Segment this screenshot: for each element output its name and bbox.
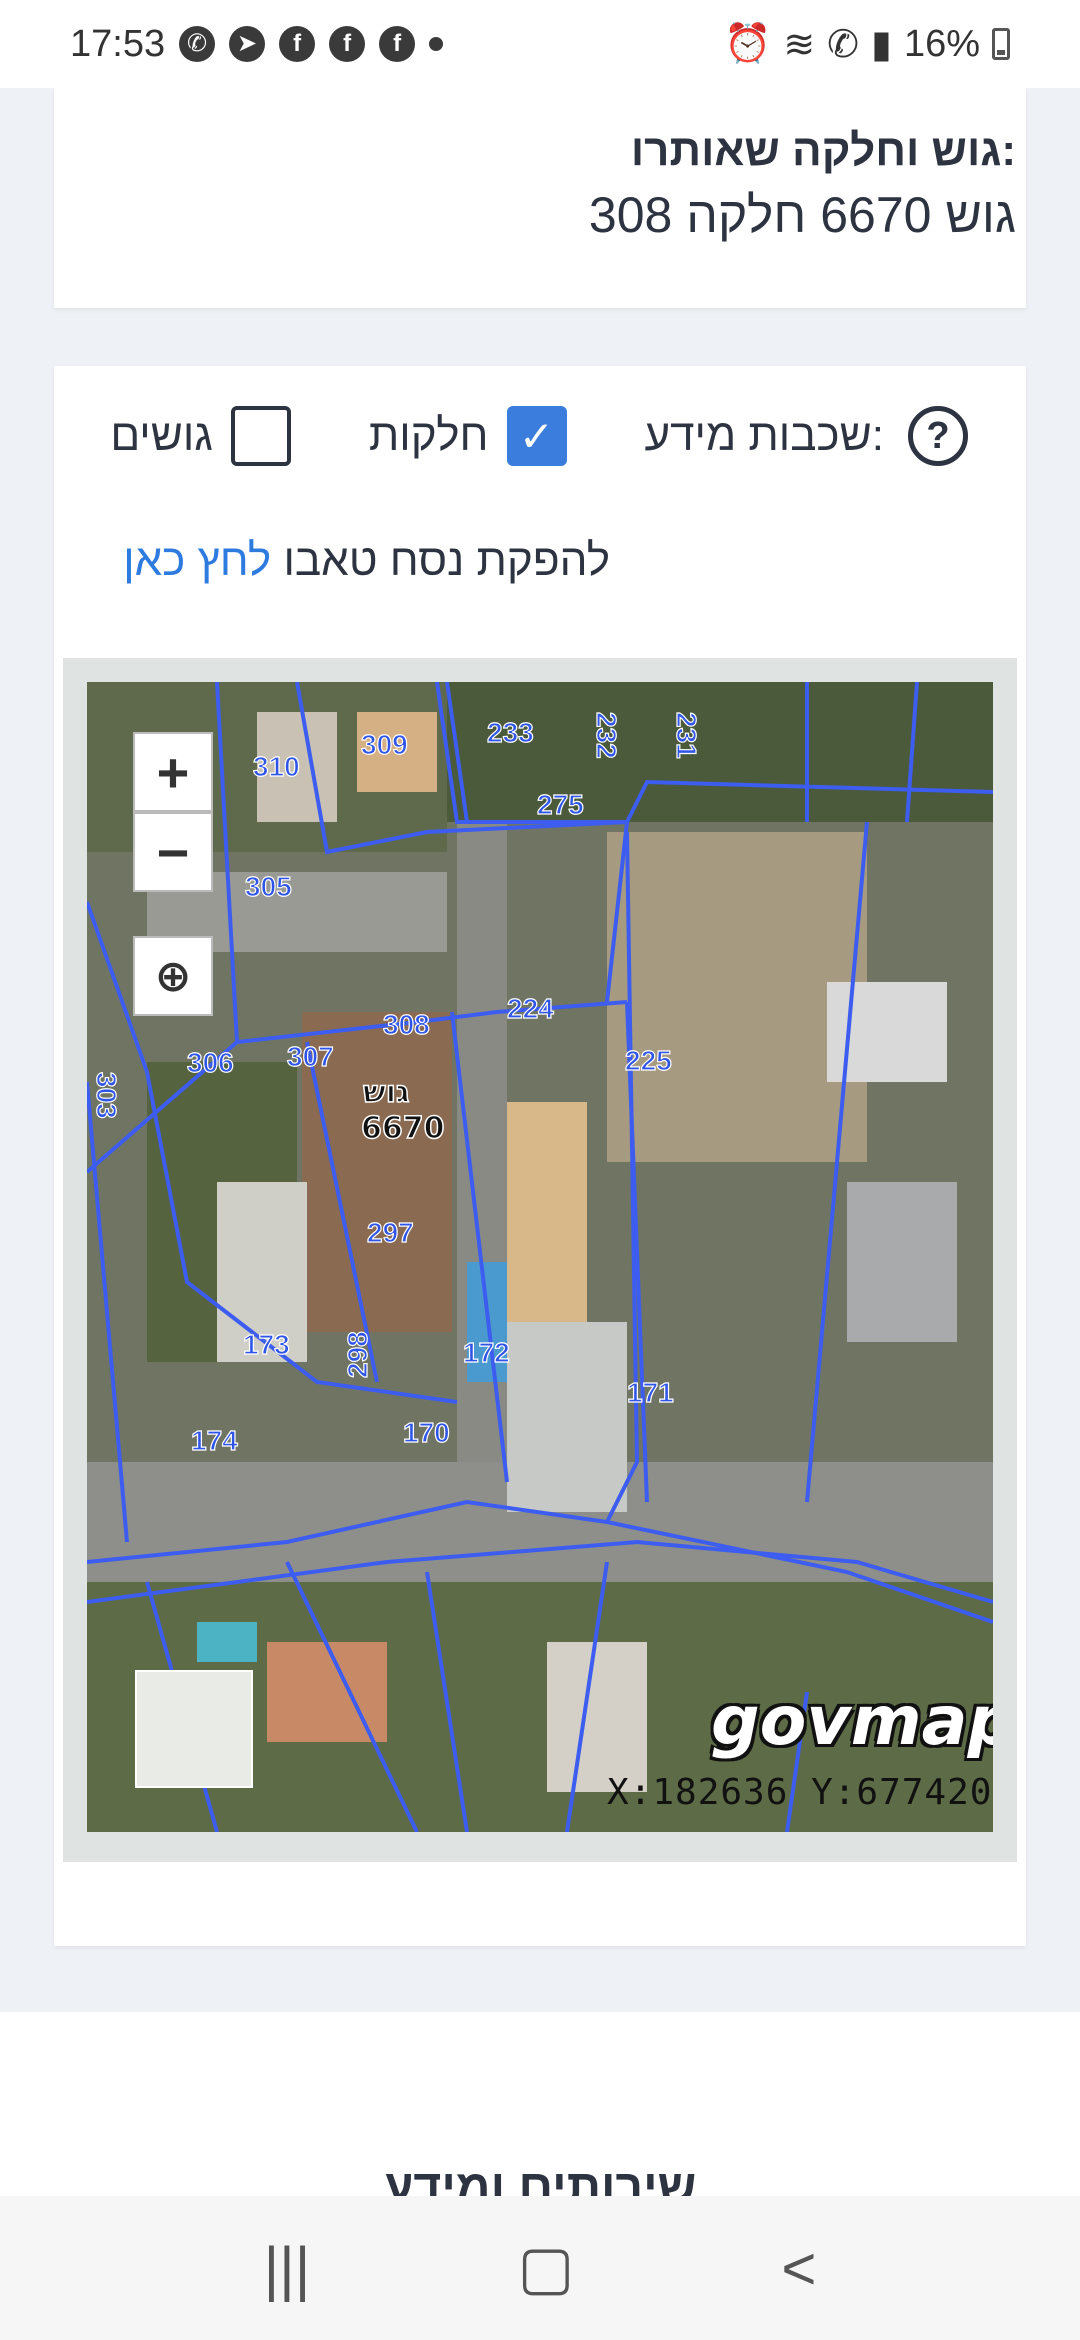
- parcel-label-171: 171: [627, 1377, 674, 1408]
- status-left: 17:53 ✆ ➤ f f f: [70, 22, 444, 66]
- block-number: 6670: [361, 1111, 445, 1146]
- facebook-icon: f: [279, 26, 316, 62]
- parcel-result-title: גוש וחלקה שאותרו:: [630, 126, 1016, 175]
- parcels-checkbox[interactable]: ✓: [506, 406, 567, 466]
- home-icon[interactable]: ▢: [518, 2233, 575, 2303]
- layer-blocks[interactable]: גושים: [110, 406, 291, 466]
- status-right: ⏰ ≋ ✆ ▮ 16%: [724, 22, 1010, 67]
- zoom-out-button[interactable]: −: [133, 812, 213, 892]
- map-card: ? שכבות מידע: ✓ חלקות גושים להפקת נסח טא…: [54, 366, 1026, 1946]
- map-coordinates: X:182636 Y:677420: [607, 1772, 993, 1813]
- facebook-icon: f: [379, 26, 416, 62]
- layer-parcels[interactable]: ✓ חלקות: [369, 406, 567, 466]
- parcel-label-275: 275: [537, 789, 584, 820]
- parcel-result-card: גוש וחלקה שאותרו: גוש 6670 חלקה 308: [54, 88, 1026, 308]
- parcel-label-306: 306: [187, 1047, 234, 1078]
- wifi-icon: ≋: [783, 23, 816, 66]
- blocks-checkbox[interactable]: [230, 406, 291, 466]
- zoom-search-icon[interactable]: ⊕: [133, 936, 213, 1016]
- system-nav-bar: ||| ▢ <: [0, 2196, 1080, 2340]
- parcel-result-value: גוש 6670 חלקה 308: [588, 187, 1016, 243]
- parcels-label: חלקות: [368, 411, 489, 460]
- parcel-label-172: 172: [463, 1337, 510, 1368]
- help-icon[interactable]: ?: [908, 406, 968, 466]
- zoom-in-button[interactable]: +: [133, 732, 213, 812]
- alarm-icon: ⏰: [724, 23, 772, 65]
- battery-icon: [992, 28, 1010, 60]
- parcel-label-174: 174: [191, 1425, 238, 1456]
- parcel-label-224: 224: [507, 993, 554, 1024]
- layers-row: ? שכבות מידע: ✓ חלקות גושים: [110, 396, 968, 476]
- tabu-text: להפקת נסח טאבו: [283, 536, 610, 585]
- parcel-label-233: 233: [487, 717, 534, 748]
- parcel-label-307: 307: [287, 1041, 334, 1072]
- back-icon[interactable]: <: [781, 2234, 816, 2303]
- blocks-label: גושים: [110, 411, 213, 460]
- parcel-label-225: 225: [625, 1045, 672, 1076]
- parcel-label-308: 308: [383, 1009, 430, 1040]
- dot-icon: [429, 37, 444, 51]
- whatsapp-icon: ✆: [179, 26, 216, 62]
- clock: 17:53: [70, 22, 166, 65]
- parcel-label-309: 309: [361, 729, 408, 760]
- parcel-label-173: 173: [243, 1329, 290, 1360]
- parcel-label-303: 303: [91, 1072, 122, 1119]
- facebook-icon: f: [329, 26, 366, 62]
- parcel-label-297: 297: [367, 1217, 414, 1248]
- telegram-icon: ➤: [229, 26, 266, 62]
- layers-label: שכבות מידע:: [644, 411, 884, 460]
- parcel-label-170: 170: [403, 1417, 450, 1448]
- basemap-thumbnail[interactable]: [135, 1670, 253, 1788]
- call-icon: ✆: [827, 23, 860, 66]
- parcel-label-298: 298: [342, 1331, 373, 1378]
- parcel-label-305: 305: [245, 871, 292, 902]
- parcel-label-231: 231: [671, 712, 702, 759]
- status-bar: 17:53 ✆ ➤ f f f ⏰ ≋ ✆ ▮ 16%: [0, 0, 1080, 88]
- parcel-label-310: 310: [253, 751, 300, 782]
- parcel-label-232: 232: [591, 712, 622, 759]
- map-view[interactable]: 233 232 231 309 310 275 305 224 308 306 …: [87, 682, 993, 1832]
- block-label: גוש: [363, 1075, 409, 1110]
- map-frame: 233 232 231 309 310 275 305 224 308 306 …: [63, 658, 1017, 1862]
- tabu-row: להפקת נסח טאבו לחץ כאן: [123, 536, 610, 586]
- recents-icon[interactable]: |||: [264, 2234, 311, 2303]
- battery-level: 16%: [903, 22, 980, 65]
- map-canvas: 233 232 231 309 310 275 305 224 308 306 …: [87, 682, 993, 1832]
- tabu-link[interactable]: לחץ כאן: [123, 536, 271, 585]
- signal-icon: ▮: [871, 23, 892, 66]
- govmap-logo: govmap: [711, 1682, 993, 1761]
